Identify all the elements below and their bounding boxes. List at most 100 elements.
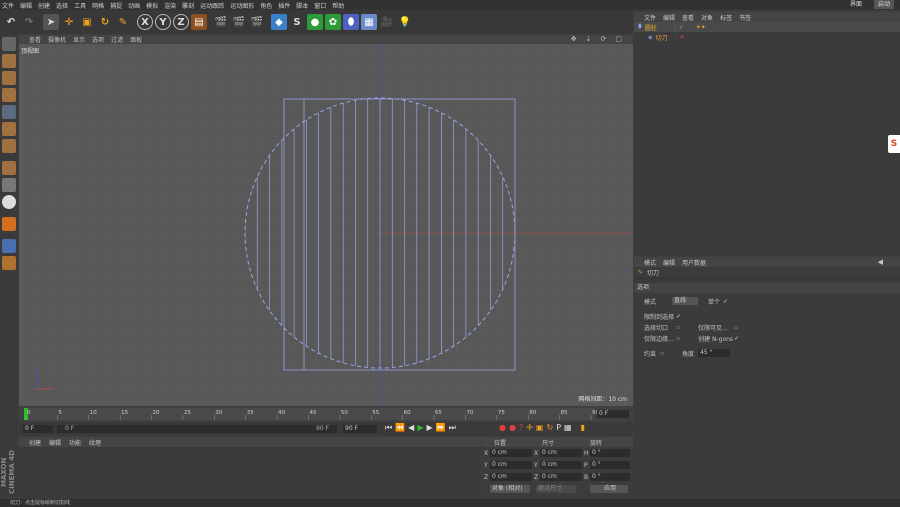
mode-select[interactable]: 直线 [672, 297, 698, 305]
viewport-menu-filter[interactable]: 过滤 [111, 35, 123, 44]
parameter-key-icon[interactable]: P [556, 423, 561, 432]
attr-menu-mode[interactable]: 模式 [644, 258, 656, 267]
menu-select[interactable]: 选择 [56, 1, 68, 10]
rotate-icon[interactable]: ↻ [97, 14, 113, 30]
maximize-view-icon[interactable]: ▢ [615, 35, 622, 43]
scale-icon[interactable]: ▣ [79, 14, 95, 30]
camera-icon[interactable]: 🎥 [379, 14, 395, 30]
play-icon[interactable]: ▶ [417, 423, 423, 433]
start-frame-field[interactable]: 0 F [23, 425, 53, 433]
material-menu-edit[interactable]: 编辑 [49, 438, 61, 447]
rotate-view-icon[interactable]: ⟳ [601, 35, 607, 43]
viewport-menu-cameras[interactable]: 摄像机 [48, 35, 66, 44]
select-cursor-icon[interactable]: ➤ [43, 14, 59, 30]
cube-icon[interactable]: ◆ [271, 14, 287, 30]
position-y-field[interactable]: 0 cm [490, 461, 532, 469]
select-cuts-checkbox[interactable]: ▫ [676, 324, 680, 331]
range-slider[interactable]: 0 F 90 F [57, 425, 337, 433]
planar-workplane-icon[interactable] [2, 239, 16, 253]
constrain-checkbox[interactable]: ▫ [660, 350, 682, 357]
menu-tools[interactable]: 工具 [74, 1, 86, 10]
menu-motion-tracking[interactable]: 运动跟踪 [200, 1, 224, 10]
rotation-b-field[interactable]: 0 ° [590, 473, 630, 481]
menu-create[interactable]: 创建 [38, 1, 50, 10]
menu-character[interactable]: 角色 [260, 1, 272, 10]
material-menu-texture[interactable]: 纹理 [89, 438, 101, 447]
size-z-field[interactable]: 0 cm [540, 473, 582, 481]
menu-snap[interactable]: 捕捉 [110, 1, 122, 10]
viewport-menu-display[interactable]: 显示 [73, 35, 85, 44]
rotation-h-field[interactable]: 0 ° [590, 449, 630, 457]
enable-check-icon[interactable]: ✓ [679, 24, 684, 31]
om-menu-file[interactable]: 文件 [644, 13, 656, 22]
viewport-canvas[interactable] [19, 44, 633, 406]
viewport-top[interactable]: 顶视图 网格间距：10 cm [19, 44, 633, 406]
disable-x-icon[interactable]: ✕ [680, 34, 685, 41]
tag-icon[interactable]: ✦✦ [696, 24, 706, 31]
y-axis-icon[interactable]: Y [155, 14, 171, 30]
go-to-end-icon[interactable]: ⏭ [449, 423, 456, 433]
points-mode-icon[interactable] [2, 105, 16, 119]
make-editable-icon[interactable] [2, 37, 16, 51]
previous-key-icon[interactable]: ⏪ [395, 423, 405, 433]
menu-window[interactable]: 窗口 [314, 1, 326, 10]
edge-only-checkbox[interactable]: ▫ [676, 335, 680, 342]
x-axis-icon[interactable]: X [137, 14, 153, 30]
subdivision-icon[interactable]: ● [307, 14, 323, 30]
undo-icon[interactable]: ↶ [3, 14, 19, 30]
section-options[interactable]: 选项 [634, 283, 900, 293]
array-icon[interactable]: ✿ [325, 14, 341, 30]
coords-mode-select[interactable]: 对象 (相对) [490, 485, 530, 493]
current-frame-field[interactable]: 0 F [597, 410, 629, 418]
size-x-field[interactable]: 0 cm [540, 449, 582, 457]
grid-icon[interactable] [2, 256, 16, 270]
menu-edit[interactable]: 编辑 [20, 1, 32, 10]
texture-mode-icon[interactable] [2, 71, 16, 85]
angle-field[interactable]: 45 ° [698, 349, 730, 357]
position-key-icon[interactable]: ✛ [526, 423, 533, 432]
rotation-key-icon[interactable]: ↻ [546, 423, 553, 432]
next-key-icon[interactable]: ⏩ [436, 423, 446, 433]
menu-mesh[interactable]: 网格 [92, 1, 104, 10]
polygons-mode-icon[interactable] [2, 139, 16, 153]
timeline-ruler[interactable]: 0 5 10 15 20 25 30 35 40 45 50 55 60 65 70 75 80 85 90 [19, 406, 633, 422]
coordinate-system-icon[interactable]: ▤ [191, 14, 207, 30]
previous-frame-icon[interactable]: ◀ [408, 423, 414, 433]
visibility-dots-icon[interactable]: ⁚ [676, 34, 678, 41]
edges-mode-icon[interactable] [2, 122, 16, 136]
scale-key-icon[interactable]: ▣ [536, 423, 544, 432]
restrict-checkbox[interactable]: ✓ [676, 313, 681, 320]
axis-mode-icon[interactable] [2, 161, 16, 175]
tweak-mode-icon[interactable] [2, 178, 16, 192]
pla-key-icon[interactable]: ▦ [564, 423, 572, 432]
viewport-menu-view[interactable]: 查看 [29, 35, 41, 44]
menu-help[interactable]: 帮助 [332, 1, 344, 10]
z-axis-icon[interactable]: Z [173, 14, 189, 30]
floor-icon[interactable]: ▦ [361, 14, 377, 30]
go-to-start-icon[interactable]: ⏮ [385, 423, 392, 433]
viewport-menu-panel[interactable]: 面板 [130, 35, 142, 44]
spline-pen-icon[interactable]: S [289, 14, 305, 30]
position-x-field[interactable]: 0 cm [490, 449, 532, 457]
autokey-icon[interactable]: ● [509, 423, 516, 432]
menu-render[interactable]: 渲染 [164, 1, 176, 10]
rotation-p-field[interactable]: 0 ° [590, 461, 630, 469]
workplane-icon[interactable] [2, 88, 16, 102]
render-view-icon[interactable]: 🎬 [213, 14, 229, 30]
om-menu-edit[interactable]: 编辑 [663, 13, 675, 22]
timeline-window-icon[interactable]: ▮ [581, 423, 585, 432]
coords-size-mode-select[interactable]: 绝对尺寸 [536, 485, 576, 493]
render-settings-icon[interactable]: 🎬 [249, 14, 265, 30]
dolly-icon[interactable]: ⇣ [586, 35, 592, 43]
snap-icon[interactable] [2, 195, 16, 209]
viewport-menu-options[interactable]: 选项 [92, 35, 104, 44]
position-z-field[interactable]: 0 cm [490, 473, 532, 481]
single-checkbox[interactable]: ✓ [723, 298, 728, 305]
menu-animate[interactable]: 动画 [128, 1, 140, 10]
material-manager-area[interactable] [19, 447, 481, 499]
om-menu-view[interactable]: 查看 [682, 13, 694, 22]
visible-only-checkbox[interactable]: ▫ [734, 324, 738, 331]
visibility-dots-icon[interactable]: ⁚ [675, 24, 677, 31]
light-icon[interactable]: 💡 [397, 14, 413, 30]
pen-icon[interactable]: ✎ [115, 14, 131, 30]
